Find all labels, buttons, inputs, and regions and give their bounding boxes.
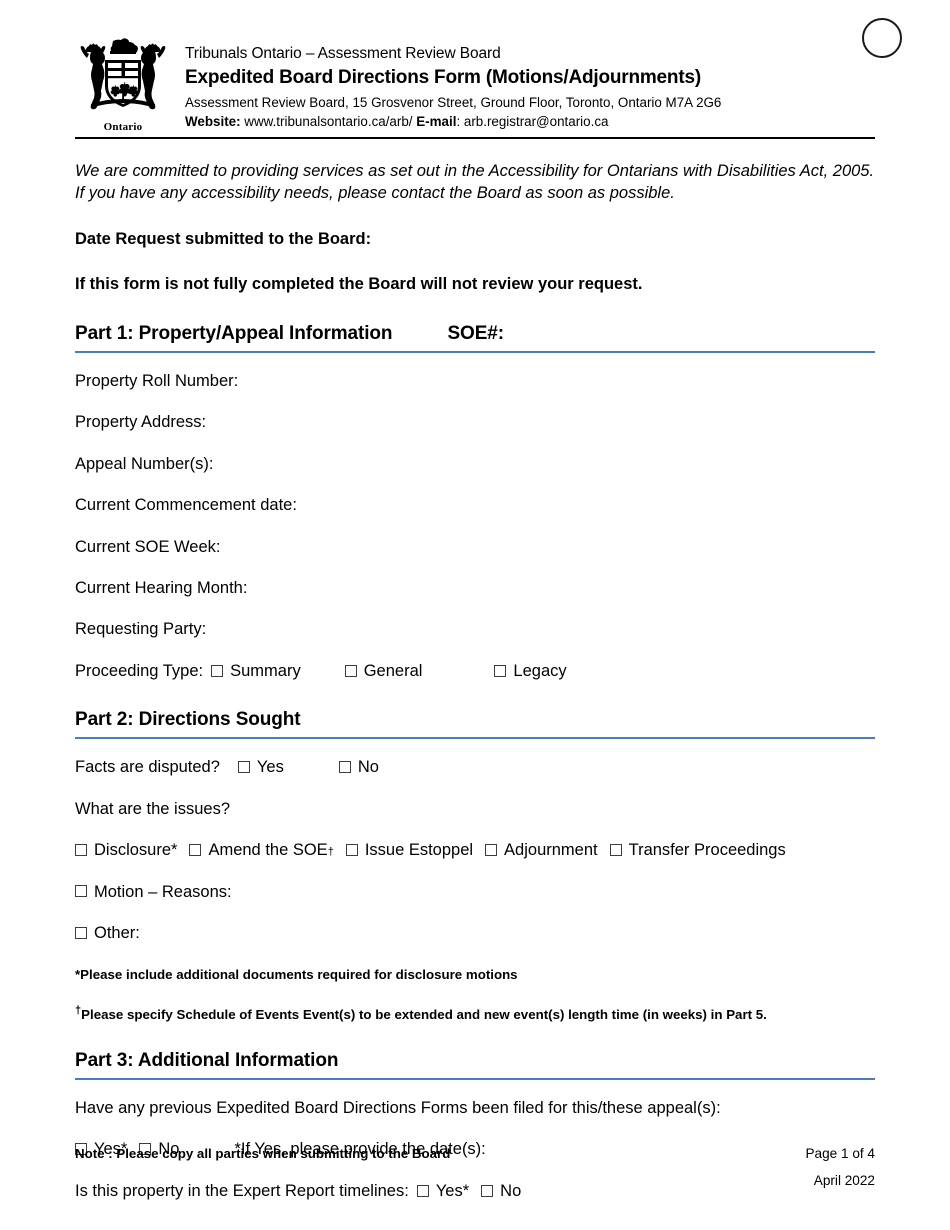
website-value[interactable]: www.tribunalsontario.ca/arb/ xyxy=(244,114,412,129)
contact-line: Website: www.tribunalsontario.ca/arb/ E-… xyxy=(185,112,875,131)
part3-title: Part 3: Additional Information xyxy=(75,1050,339,1071)
checkbox-label: No xyxy=(357,758,379,777)
proceeding-type-row: Proceeding Type: Summary General Legacy xyxy=(75,661,875,682)
checkbox-facts-no[interactable]: No xyxy=(338,757,379,778)
checkbox-label: Legacy xyxy=(513,661,567,680)
board-address: Assessment Review Board, 15 Grosvenor St… xyxy=(185,94,722,110)
checkbox-proceeding-general[interactable]: General xyxy=(344,661,423,682)
checkbox-icon[interactable] xyxy=(485,843,498,856)
checkbox-proceeding-summary[interactable]: Summary xyxy=(211,661,301,682)
checkbox-other[interactable]: Other: xyxy=(75,923,140,944)
field-label: Appeal Number(s): xyxy=(75,454,214,473)
field-requesting-party[interactable]: Requesting Party: xyxy=(75,619,875,640)
form-revision-date: April 2022 xyxy=(813,1173,875,1188)
checkbox-label: Amend the SOE xyxy=(208,841,328,860)
checkbox-label: Summary xyxy=(230,661,301,680)
field-current-commencement-date[interactable]: Current Commencement date: xyxy=(75,495,875,516)
other-row: Other: xyxy=(75,923,875,944)
checkbox-label: Issue Estoppel xyxy=(364,841,474,860)
soe-number-label: SOE#: xyxy=(447,322,504,344)
footnote-dagger-text: Please specify Schedule of Events Event(… xyxy=(81,1006,767,1022)
coat-of-arms-icon xyxy=(80,38,166,110)
document-footer: Note : Please copy all parties when subm… xyxy=(75,1146,875,1188)
checkbox-icon[interactable] xyxy=(75,843,87,856)
checkbox-icon[interactable] xyxy=(494,664,507,677)
footer-note: Note : Please copy all parties when subm… xyxy=(75,1146,451,1161)
document-header: Ontario Tribunals Ontario – Assessment R… xyxy=(75,0,875,133)
checkbox-label: Disclosure* xyxy=(94,841,178,860)
part2-title: Part 2: Directions Sought xyxy=(75,709,301,731)
checkbox-label: Other: xyxy=(94,924,140,942)
header-divider xyxy=(75,137,875,139)
date-request-label: Date Request submitted to the Board: xyxy=(75,229,372,248)
issues-question: What are the issues? xyxy=(75,799,875,820)
part2-heading: Part 2: Directions Sought xyxy=(75,709,875,731)
checkbox-issue-adjournment[interactable]: Adjournment xyxy=(485,840,598,861)
website-label: Website: xyxy=(185,113,241,129)
previous-forms-label: Have any previous Expedited Board Direct… xyxy=(75,1099,721,1117)
field-label: Property Roll Number: xyxy=(75,371,239,390)
part1-divider xyxy=(75,350,875,353)
part3-divider xyxy=(75,1078,875,1080)
field-appeal-numbers[interactable]: Appeal Number(s): xyxy=(75,454,875,475)
field-label: Requesting Party: xyxy=(75,620,207,639)
issues-question-label: What are the issues? xyxy=(75,799,230,818)
checkbox-label: Adjournment xyxy=(504,841,598,860)
previous-forms-question: Have any previous Expedited Board Direct… xyxy=(75,1098,875,1119)
field-property-roll-number[interactable]: Property Roll Number: xyxy=(75,371,875,392)
checkbox-icon[interactable] xyxy=(609,843,622,856)
checkbox-icon[interactable] xyxy=(75,926,87,939)
field-label: Property Address: xyxy=(75,413,207,432)
checkbox-motion-reasons[interactable]: Motion – Reasons: xyxy=(75,882,232,903)
header-text-block: Tribunals Ontario – Assessment Review Bo… xyxy=(185,38,875,131)
footnote-asterisk: *Please include additional documents req… xyxy=(75,967,518,983)
checkbox-issue-disclosure[interactable]: Disclosure* xyxy=(75,840,177,861)
email-label: E-mail xyxy=(416,113,457,129)
checkbox-label: Yes xyxy=(256,758,284,777)
proceeding-type-label: Proceeding Type: xyxy=(75,661,204,680)
accessibility-statement: We are committed to providing services a… xyxy=(75,162,875,202)
part2-divider xyxy=(75,737,875,740)
checkbox-facts-yes[interactable]: Yes xyxy=(237,757,284,778)
checkbox-icon[interactable] xyxy=(345,843,358,856)
field-label: Current Commencement date: xyxy=(75,496,297,515)
checkbox-label: General xyxy=(363,661,423,680)
part1-title: Part 1: Property/Appeal Information xyxy=(75,322,393,344)
checkbox-label: Motion – Reasons: xyxy=(94,882,232,901)
form-title: Expedited Board Directions Form (Motions… xyxy=(185,67,701,89)
checkbox-icon[interactable] xyxy=(189,843,202,856)
facts-disputed-label: Facts are disputed? xyxy=(75,758,220,777)
motion-reasons-row: Motion – Reasons: xyxy=(75,882,875,903)
checkbox-proceeding-legacy[interactable]: Legacy xyxy=(494,661,567,682)
field-current-soe-week[interactable]: Current SOE Week: xyxy=(75,537,875,558)
field-label: Current SOE Week: xyxy=(75,537,221,556)
footer-top-row: Note : Please copy all parties when subm… xyxy=(75,1146,875,1161)
checkbox-icon[interactable] xyxy=(344,664,357,677)
page-number: Page 1 of 4 xyxy=(805,1146,875,1161)
checkbox-issue-amend-soe[interactable]: Amend the SOE † xyxy=(189,840,334,861)
field-label: Current Hearing Month: xyxy=(75,578,248,597)
incomplete-warning: If this form is not fully completed the … xyxy=(75,275,643,294)
organization-name: Tribunals Ontario – Assessment Review Bo… xyxy=(185,45,501,62)
circle-mark-icon xyxy=(862,18,902,58)
part3-heading: Part 3: Additional Information xyxy=(75,1050,875,1072)
issue-options-row: Disclosure* Amend the SOE † Issue Estoppe… xyxy=(75,840,875,861)
checkbox-icon[interactable] xyxy=(211,664,224,677)
part1-heading: Part 1: Property/Appeal Information SOE#… xyxy=(75,323,875,345)
facts-disputed-row: Facts are disputed? Yes No xyxy=(75,757,875,778)
checkbox-issue-transfer-proceedings[interactable]: Transfer Proceedings xyxy=(609,840,786,861)
checkbox-issue-estoppel[interactable]: Issue Estoppel xyxy=(345,840,474,861)
ontario-coat-of-arms-logo: Ontario xyxy=(75,38,171,133)
field-current-hearing-month[interactable]: Current Hearing Month: xyxy=(75,578,875,599)
checkbox-icon[interactable] xyxy=(338,760,351,773)
checkbox-label: Transfer Proceedings xyxy=(628,841,786,860)
crest-wordmark: Ontario xyxy=(103,121,143,133)
checkbox-icon[interactable] xyxy=(75,885,87,898)
email-value[interactable]: : arb.registrar@ontario.ca xyxy=(456,114,608,129)
form-page: Ontario Tribunals Ontario – Assessment R… xyxy=(0,0,950,1230)
footnote-dagger: †Please specify Schedule of Events Event… xyxy=(75,1005,875,1023)
checkbox-icon[interactable] xyxy=(237,760,250,773)
field-property-address[interactable]: Property Address: xyxy=(75,412,875,433)
